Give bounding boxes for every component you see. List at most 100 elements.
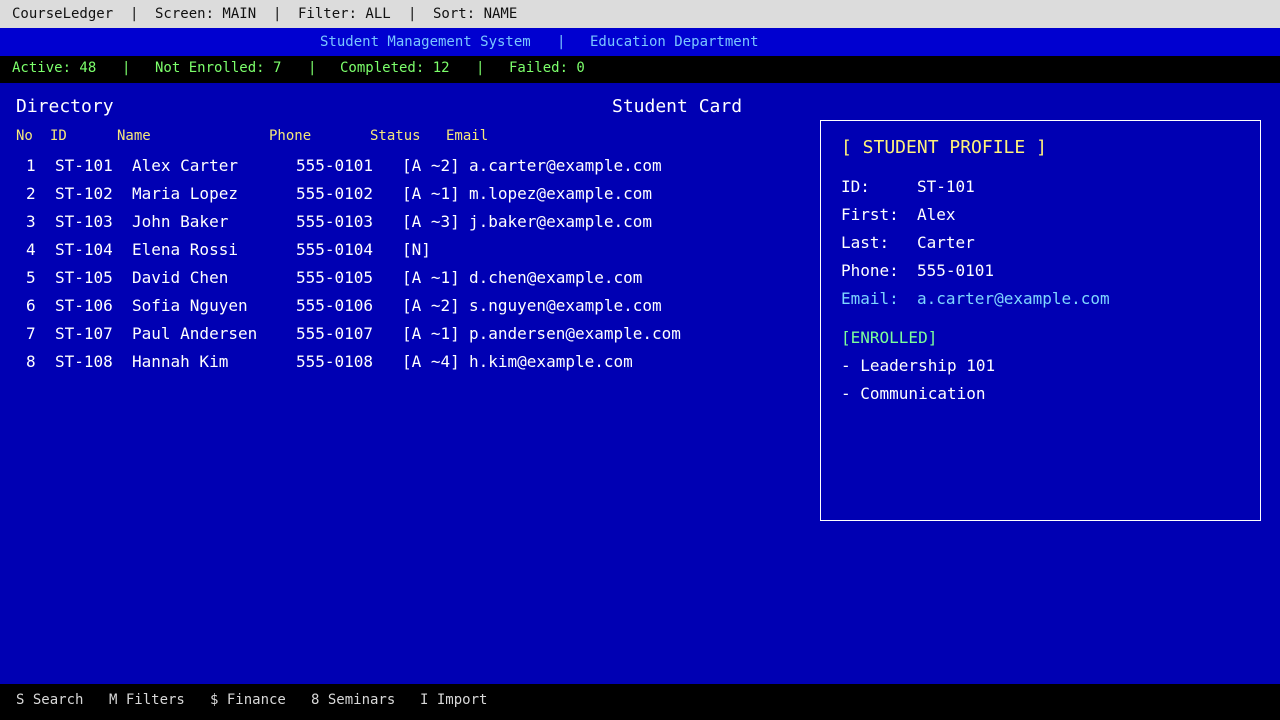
separator: | <box>130 6 139 22</box>
search-key[interactable]: S Search <box>16 692 83 708</box>
profile-card-title: [ STUDENT PROFILE ] <box>841 137 1047 158</box>
table-row[interactable]: 6 ST-106 Sofia Nguyen 555-0106 [A ~2] s.… <box>0 296 800 324</box>
student-name: Sofia Nguyen <box>132 296 248 315</box>
student-id: ST-107 <box>55 324 113 343</box>
student-status: [A ~1] <box>402 324 460 343</box>
course-item: - Leadership 101 <box>841 356 996 375</box>
student-phone: 555-0101 <box>296 156 374 175</box>
student-email: d.chen@example.com <box>469 268 643 287</box>
student-name: David Chen <box>132 268 229 287</box>
row-number: 3 <box>26 212 36 231</box>
email-link[interactable]: a.carter@example.com <box>917 289 1110 308</box>
student-status: [A ~1] <box>402 184 460 203</box>
filters-key[interactable]: M Filters <box>109 692 185 708</box>
student-id: ST-101 <box>55 156 113 175</box>
student-status: [N] <box>402 240 431 259</box>
student-name: John Baker <box>132 212 229 231</box>
seminars-key[interactable]: 8 Seminars <box>311 692 395 708</box>
student-name: Elena Rossi <box>132 240 238 259</box>
field-value: Alex <box>917 205 956 224</box>
student-status: [A ~4] <box>402 352 460 371</box>
table-row[interactable]: 1 ST-101 Alex Carter 555-0101 [A ~2] a.c… <box>0 156 800 184</box>
failed-count: Failed: 0 <box>509 60 585 76</box>
profile-field-last: Last: Carter <box>841 233 1241 257</box>
directory-heading: Directory <box>16 96 114 117</box>
import-key[interactable]: I Import <box>420 692 487 708</box>
student-id: ST-105 <box>55 268 113 287</box>
student-id: ST-106 <box>55 296 113 315</box>
course-item: - Communication <box>841 384 986 403</box>
field-value: ST-101 <box>917 177 975 196</box>
active-count: Active: 48 <box>12 60 97 76</box>
student-email: m.lopez@example.com <box>469 184 653 203</box>
field-label: First: <box>841 205 899 224</box>
top-status-bar: CourseLedger | Screen: MAIN | Filter: AL… <box>0 0 1280 28</box>
student-email: j.baker@example.com <box>469 212 653 231</box>
row-number: 4 <box>26 240 36 259</box>
field-label: Email: <box>841 289 899 308</box>
profile-field-id: ID: ST-101 <box>841 177 1241 201</box>
column-header-no: No <box>16 128 33 144</box>
field-label: ID: <box>841 177 870 196</box>
field-label: Phone: <box>841 261 899 280</box>
system-title: Student Management System <box>320 34 531 50</box>
separator: | <box>557 34 566 50</box>
completed-count: Completed: 12 <box>340 60 450 76</box>
department-title: Education Department <box>590 34 759 50</box>
column-header-name: Name <box>117 128 151 144</box>
row-number: 6 <box>26 296 36 315</box>
app-name: CourseLedger <box>12 6 114 22</box>
separator: | <box>122 60 131 76</box>
table-row[interactable]: 4 ST-104 Elena Rossi 555-0104 [N] <box>0 240 800 268</box>
separator: | <box>308 60 317 76</box>
student-id: ST-104 <box>55 240 113 259</box>
title-bar: Student Management System | Education De… <box>0 28 1280 56</box>
student-card-heading: Student Card <box>612 96 743 117</box>
student-name: Paul Andersen <box>132 324 258 343</box>
student-email: p.andersen@example.com <box>469 324 681 343</box>
student-phone: 555-0108 <box>296 352 374 371</box>
student-status: [A ~3] <box>402 212 460 231</box>
student-phone: 555-0107 <box>296 324 374 343</box>
field-value: Carter <box>917 233 975 252</box>
profile-field-first: First: Alex <box>841 205 1241 229</box>
column-header-email: Email <box>446 128 489 144</box>
student-name: Alex Carter <box>132 156 238 175</box>
separator: | <box>408 6 417 22</box>
separator: | <box>476 60 485 76</box>
student-status: [A ~2] <box>402 156 460 175</box>
table-row[interactable]: 3 ST-103 John Baker 555-0103 [A ~3] j.ba… <box>0 212 800 240</box>
row-number: 7 <box>26 324 36 343</box>
enrollment-summary-bar: Active: 48 | Not Enrolled: 7 | Completed… <box>0 56 1280 83</box>
student-email: s.nguyen@example.com <box>469 296 662 315</box>
student-phone: 555-0105 <box>296 268 374 287</box>
profile-field-email: Email: a.carter@example.com <box>841 289 1241 313</box>
student-id: ST-108 <box>55 352 113 371</box>
column-header-status: Status <box>370 128 421 144</box>
sort-indicator[interactable]: Sort: NAME <box>433 6 517 22</box>
student-name: Maria Lopez <box>132 184 238 203</box>
filter-indicator[interactable]: Filter: ALL <box>298 6 391 22</box>
student-email: h.kim@example.com <box>469 352 633 371</box>
student-status: [A ~2] <box>402 296 460 315</box>
table-row[interactable]: 5 ST-105 David Chen 555-0105 [A ~1] d.ch… <box>0 268 800 296</box>
not-enrolled-count: Not Enrolled: 7 <box>155 60 282 76</box>
student-phone: 555-0106 <box>296 296 374 315</box>
table-row[interactable]: 8 ST-108 Hannah Kim 555-0108 [A ~4] h.ki… <box>0 352 800 380</box>
table-row[interactable]: 7 ST-107 Paul Andersen 555-0107 [A ~1] p… <box>0 324 800 352</box>
finance-key[interactable]: $ Finance <box>210 692 286 708</box>
table-row[interactable]: 2 ST-102 Maria Lopez 555-0102 [A ~1] m.l… <box>0 184 800 212</box>
column-header-id: ID <box>50 128 67 144</box>
student-id: ST-103 <box>55 212 113 231</box>
student-phone: 555-0104 <box>296 240 374 259</box>
row-number: 2 <box>26 184 36 203</box>
row-number: 5 <box>26 268 36 287</box>
student-id: ST-102 <box>55 184 113 203</box>
student-email: a.carter@example.com <box>469 156 662 175</box>
enrollment-status-tag: [ENROLLED] <box>841 328 938 347</box>
function-key-bar: S Search M Filters $ Finance 8 Seminars … <box>0 684 1280 720</box>
field-value: 555-0101 <box>917 261 995 280</box>
student-phone: 555-0102 <box>296 184 374 203</box>
row-number: 8 <box>26 352 36 371</box>
profile-field-phone: Phone: 555-0101 <box>841 261 1241 285</box>
